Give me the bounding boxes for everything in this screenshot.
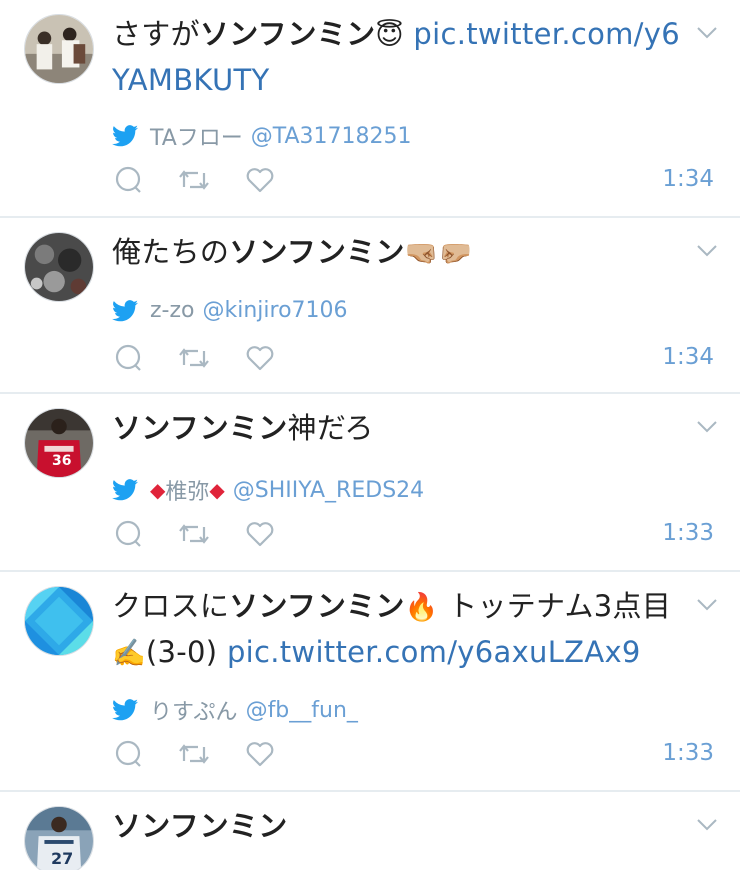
- tweet-text: ソンフンミン神だろ: [112, 411, 374, 445]
- chevron-down-icon[interactable]: [696, 26, 718, 40]
- author-avatar[interactable]: [24, 14, 94, 84]
- retweet-icon: [179, 524, 209, 544]
- tweet-timestamp[interactable]: 1:33: [662, 740, 714, 766]
- jersey-number: 27: [51, 849, 74, 868]
- twitter-bird-icon: [112, 299, 138, 321]
- retweet-icon: [179, 744, 209, 764]
- tweet-actions: [112, 344, 310, 372]
- highlighted-keyword: ソンフンミン: [112, 809, 288, 843]
- chevron-down-icon[interactable]: [696, 818, 718, 832]
- retweet-icon: [179, 348, 209, 368]
- tweet-content: 俺たちのソンフンミン🤜🏼🤛🏼: [112, 230, 688, 276]
- retweet-button[interactable]: [178, 166, 210, 194]
- chevron-down-icon[interactable]: [696, 244, 718, 258]
- diamond-emoji: ◆: [150, 478, 166, 502]
- author-avatar[interactable]: 27: [24, 806, 94, 870]
- tweet-actions: [112, 166, 310, 194]
- tweet-author[interactable]: ◆ 椎弥 ◆ @SHIIYA_REDS24: [112, 474, 424, 506]
- highlighted-keyword: ソンフンミン: [229, 589, 405, 623]
- tweet-card[interactable]: 36 ソンフンミン神だろ ◆ 椎弥 ◆ @SHIIYA_REDS24 1:33: [0, 394, 740, 572]
- like-button[interactable]: [244, 344, 276, 372]
- author-handle: @SHIIYA_REDS24: [232, 477, 425, 503]
- retweet-button[interactable]: [178, 520, 210, 548]
- twitter-bird-icon: [112, 479, 138, 501]
- jersey-number: 36: [52, 453, 72, 469]
- heart-icon: [246, 522, 274, 547]
- tweet-content: ソンフンミン: [112, 804, 688, 848]
- reply-button[interactable]: [112, 740, 144, 768]
- tweet-actions: [112, 740, 310, 768]
- author-name: TAフロー: [150, 126, 243, 151]
- tweet-text: クロスにソンフンミン🔥 トッテナム3点目✍️(3-0) pic.twitter.…: [112, 589, 672, 669]
- angel-emoji: 😇: [375, 20, 404, 51]
- tweet-link[interactable]: pic.twitter.com/y6axuLZAx9: [227, 635, 641, 669]
- author-avatar[interactable]: [24, 586, 94, 656]
- author-handle: @kinjiro7106: [202, 298, 348, 323]
- tweet-card[interactable]: 27 ソンフンミン: [0, 792, 740, 870]
- timeline-feed: さすがソンフンミン😇 pic.twitter.com/y6YAMBKUTY TA…: [0, 0, 740, 870]
- tweet-text: ソンフンミン: [112, 804, 688, 848]
- author-handle: @TA31718251: [250, 123, 412, 149]
- reply-icon: [115, 166, 141, 193]
- avatar-photo-men: [25, 15, 93, 83]
- retweet-button[interactable]: [178, 344, 210, 372]
- like-button[interactable]: [244, 520, 276, 548]
- like-button[interactable]: [244, 740, 276, 768]
- retweet-icon: [179, 170, 209, 190]
- reply-icon: [115, 520, 141, 547]
- heart-icon: [246, 168, 274, 193]
- tweet-author[interactable]: TAフロー @TA31718251: [112, 120, 412, 152]
- tweet-timestamp[interactable]: 1:34: [662, 344, 714, 370]
- chevron-down-icon[interactable]: [696, 420, 718, 434]
- tweet-timestamp[interactable]: 1:33: [662, 520, 714, 546]
- highlighted-keyword: ソンフンミン: [199, 17, 376, 51]
- author-avatar[interactable]: 36: [24, 408, 94, 478]
- tweet-author[interactable]: りすぷん @fb__fun_: [112, 694, 358, 726]
- diamond-emoji: ◆: [209, 478, 225, 502]
- tweet-author[interactable]: z-zo @kinjiro7106: [112, 298, 348, 323]
- tweet-card[interactable]: クロスにソンフンミン🔥 トッテナム3点目✍️(3-0) pic.twitter.…: [0, 572, 740, 792]
- avatar-blue-tiles: [25, 587, 93, 655]
- highlighted-keyword: ソンフンミン: [229, 235, 405, 269]
- reply-button[interactable]: [112, 344, 144, 372]
- tweet-card[interactable]: 俺たちのソンフンミン🤜🏼🤛🏼 z-zo @kinjiro7106 1:34: [0, 218, 740, 394]
- fist-bump-emoji: 🤜🏼🤛🏼: [404, 238, 473, 269]
- like-button[interactable]: [244, 166, 276, 194]
- heart-icon: [246, 346, 274, 371]
- tweet-text: 俺たちのソンフンミン🤜🏼🤛🏼: [112, 235, 473, 269]
- author-avatar[interactable]: [24, 232, 94, 302]
- tweet-text: さすがソンフンミン😇 pic.twitter.com/y6YAMBKUTY: [112, 17, 680, 97]
- author-name: りすぷん: [150, 700, 238, 725]
- heart-icon: [246, 742, 274, 767]
- tweet-card[interactable]: さすがソンフンミン😇 pic.twitter.com/y6YAMBKUTY TA…: [0, 0, 740, 218]
- tweet-timestamp[interactable]: 1:34: [662, 166, 714, 192]
- fire-emoji: 🔥: [404, 592, 439, 623]
- tweet-content: さすがソンフンミン😇 pic.twitter.com/y6YAMBKUTY: [112, 12, 688, 102]
- reply-button[interactable]: [112, 520, 144, 548]
- reply-icon: [115, 344, 141, 371]
- twitter-bird-icon: [112, 125, 138, 147]
- chevron-down-icon[interactable]: [696, 598, 718, 612]
- reply-button[interactable]: [112, 166, 144, 194]
- author-handle: @fb__fun_: [245, 697, 358, 723]
- retweet-button[interactable]: [178, 740, 210, 768]
- avatar-photo-dark: [25, 233, 93, 301]
- highlighted-keyword: ソンフンミン: [112, 411, 288, 445]
- tweet-content: クロスにソンフンミン🔥 トッテナム3点目✍️(3-0) pic.twitter.…: [112, 584, 688, 676]
- twitter-bird-icon: [112, 699, 138, 721]
- writing-hand-emoji: ✍️: [112, 638, 146, 669]
- author-name: 椎弥: [165, 480, 210, 505]
- tweet-content: ソンフンミン神だろ: [112, 406, 688, 450]
- tweet-actions: [112, 520, 310, 548]
- author-name: z-zo: [150, 298, 195, 323]
- reply-icon: [115, 740, 141, 767]
